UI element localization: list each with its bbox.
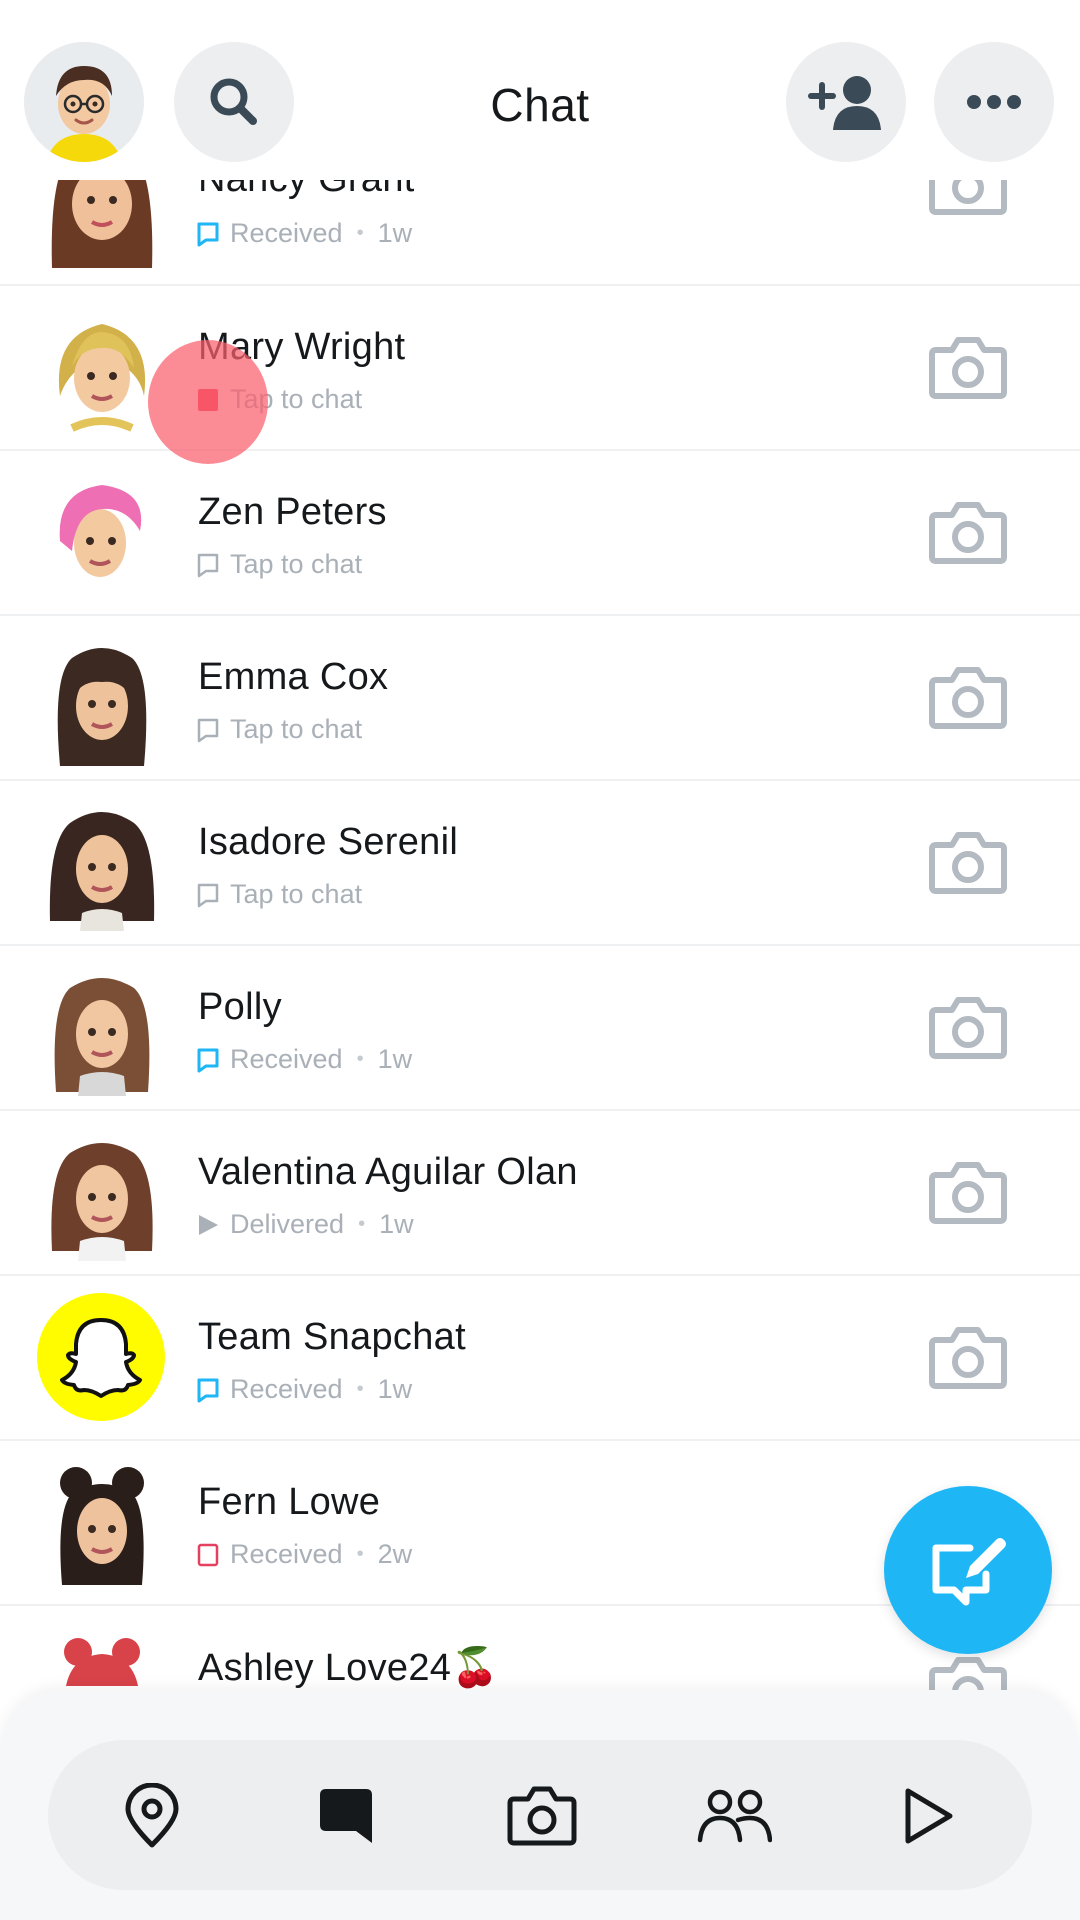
add-friend-icon (808, 76, 881, 130)
chat-status: Tap to chat (196, 549, 362, 580)
bottom-nav-pill (48, 1740, 1032, 1890)
more-options-button[interactable] (934, 42, 1054, 162)
chat-name: Isadore Serenil (198, 821, 459, 863)
avatar (51, 1143, 153, 1261)
nav-stories[interactable] (696, 1778, 772, 1854)
friends-icon (697, 1789, 772, 1843)
play-icon (905, 1788, 953, 1844)
camera-reply-icon[interactable] (928, 1322, 1008, 1392)
chat-status: Received • 1w (196, 1044, 412, 1075)
chat-row-valentina-aguilar-olan[interactable]: Valentina Aguilar Olan Delivered • 1w (0, 1111, 1080, 1276)
nav-chat[interactable] (308, 1778, 384, 1854)
more-icon (967, 95, 1021, 109)
chat-outline-icon (197, 718, 219, 742)
received-snap-icon (197, 1543, 219, 1566)
chat-status: Received • 1w (196, 1374, 412, 1405)
chat-name: Polly (198, 986, 282, 1028)
chat-status: Received • 2w (196, 1539, 412, 1570)
camera-reply-icon[interactable] (928, 827, 1008, 897)
chat-status: Tap to chat (196, 714, 362, 745)
avatar (57, 648, 147, 766)
chat-row-isadore-serenil[interactable]: Isadore Serenil Tap to chat (0, 781, 1080, 946)
avatar (54, 978, 150, 1096)
camera-reply-icon[interactable] (928, 497, 1008, 567)
received-chat-icon (197, 1378, 219, 1402)
chat-name: Zen Peters (198, 491, 387, 533)
chat-row-polly[interactable]: Polly Received • 1w (0, 946, 1080, 1111)
chat-status: Tap to chat (196, 879, 362, 910)
delivered-arrow-icon (199, 1214, 218, 1235)
chat-outline-icon (197, 883, 219, 907)
page-title: Chat (490, 79, 590, 131)
chat-row-team-snapchat[interactable]: Team Snapchat Received • 1w (0, 1276, 1080, 1441)
camera-reply-icon[interactable] (928, 332, 1008, 402)
add-friend-button[interactable] (786, 42, 906, 162)
bottom-nav-bar (0, 1690, 1080, 1920)
avatar (60, 1467, 144, 1585)
received-chat-icon (197, 1048, 219, 1072)
snapchat-ghost-icon (37, 1293, 165, 1421)
nav-camera[interactable] (504, 1778, 580, 1854)
avatar (49, 812, 155, 931)
camera-reply-icon[interactable] (928, 1157, 1008, 1227)
chat-outline-icon (197, 553, 219, 577)
chat-name: Team Snapchat (198, 1316, 466, 1358)
chat-name: Fern Lowe (198, 1481, 381, 1523)
new-chat-button[interactable] (884, 1486, 1052, 1654)
camera-reply-icon[interactable] (928, 992, 1008, 1062)
nav-spotlight[interactable] (890, 1778, 966, 1854)
chat-icon (320, 1789, 372, 1843)
map-pin-icon (125, 1783, 179, 1848)
chat-row-emma-cox[interactable]: Emma Cox Tap to chat (0, 616, 1080, 781)
chat-row-zen-peters[interactable]: Zen Peters Tap to chat (0, 451, 1080, 616)
avatar (59, 485, 142, 577)
nav-map[interactable] (114, 1778, 190, 1854)
avatar (58, 324, 146, 432)
chat-status: Received • 1w (196, 218, 412, 249)
received-chat-icon (197, 222, 219, 246)
chat-name: Ashley Love24🍒 (198, 1647, 499, 1689)
new-chat-compose-icon (932, 1538, 1006, 1606)
camera-icon (507, 1786, 577, 1846)
chat-status: Delivered • 1w (196, 1209, 414, 1240)
camera-reply-icon[interactable] (928, 662, 1008, 732)
chat-name: Valentina Aguilar Olan (198, 1151, 578, 1193)
chat-name: Emma Cox (198, 656, 389, 698)
header: Chat (0, 0, 1080, 180)
touch-indicator (148, 340, 268, 464)
